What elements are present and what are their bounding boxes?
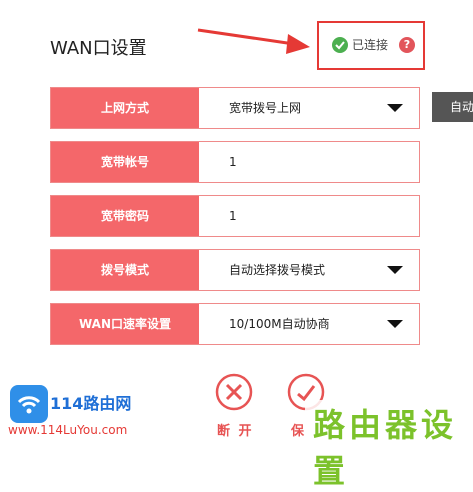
watermark-url: www.114LuYou.com xyxy=(8,423,128,437)
row-label: 拨号模式 xyxy=(51,250,199,290)
row-value: 1 xyxy=(229,155,237,169)
chevron-down-icon xyxy=(387,320,403,328)
row-label: WAN口速率设置 xyxy=(51,304,199,344)
broadband-password-field[interactable]: 宽带密码 1 xyxy=(50,195,420,237)
annotation-arrow xyxy=(197,28,310,54)
disconnect-icon[interactable] xyxy=(214,372,254,412)
wan-speed-select[interactable]: WAN口速率设置 10/100M自动协商 xyxy=(50,303,420,345)
status-text: 已连接 xyxy=(352,38,389,52)
dial-mode-select[interactable]: 拨号模式 自动选择拨号模式 xyxy=(50,249,420,291)
save-button[interactable]: 保 xyxy=(291,420,306,439)
watermark-brand-right: 路由器设置 xyxy=(305,400,473,490)
broadband-account-field[interactable]: 宽带帐号 1 xyxy=(50,141,420,183)
chevron-down-icon xyxy=(387,266,403,274)
chevron-down-icon xyxy=(387,104,403,112)
row-value: 自动选择拨号模式 xyxy=(229,263,326,277)
page-title: WAN口设置 xyxy=(50,38,147,59)
side-button[interactable]: 自动 xyxy=(432,92,473,122)
help-icon[interactable]: ? xyxy=(399,37,415,53)
row-value: 宽带拨号上网 xyxy=(229,101,302,115)
row-value: 1 xyxy=(229,209,237,223)
row-label: 上网方式 xyxy=(51,88,199,128)
row-label: 宽带密码 xyxy=(51,196,199,236)
internet-type-select[interactable]: 上网方式 宽带拨号上网 xyxy=(50,87,420,129)
row-value: 10/100M自动协商 xyxy=(229,317,330,331)
check-circle-icon xyxy=(332,37,348,53)
wifi-logo-icon xyxy=(10,385,48,423)
disconnect-button[interactable]: 断 开 xyxy=(217,420,254,439)
row-label: 宽带帐号 xyxy=(51,142,199,182)
connection-status: 已连接 ? xyxy=(317,21,425,70)
watermark-brand-left: 114路由网 xyxy=(50,394,132,413)
